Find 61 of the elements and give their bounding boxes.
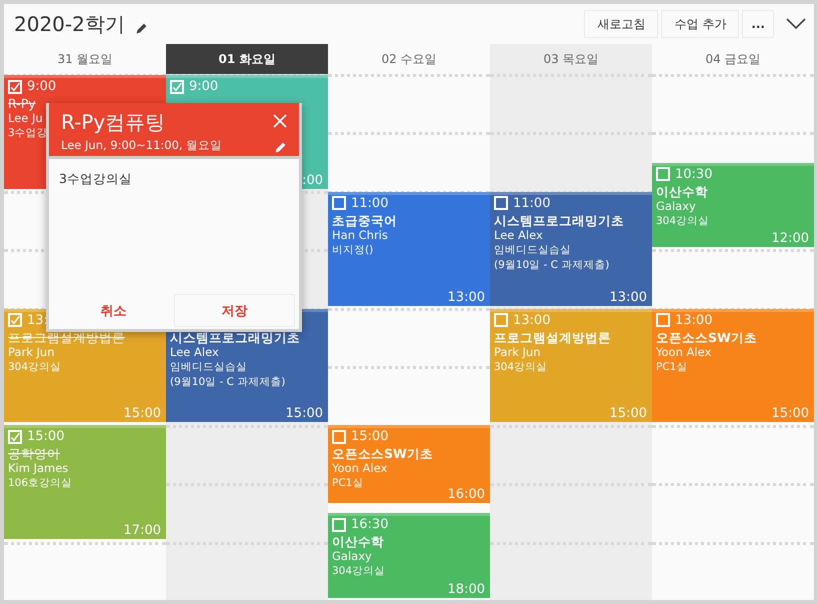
room: 임베디드실습실: [170, 360, 247, 375]
popup-title: R-Py컴퓨팅: [61, 109, 166, 136]
popup-subtitle: Lee Jun, 9:00~11:00, 월요일: [61, 138, 224, 153]
end-time: 15:00: [286, 406, 323, 422]
room: 304강의실: [494, 360, 548, 375]
instructor: Kim James: [8, 461, 68, 476]
semester-title: 2020-2학기: [14, 10, 125, 38]
instructor: Lee Ju: [8, 111, 43, 126]
room: 304강의실: [8, 360, 62, 375]
instructor: Galaxy: [332, 549, 372, 564]
class-title: 공학영어: [8, 446, 60, 462]
start-time: 13:00: [513, 312, 550, 328]
end-time: :00: [302, 172, 323, 188]
class-title: 이산수학: [656, 184, 708, 199]
start-time: 10:30: [675, 166, 712, 182]
start-time: 15:00: [27, 429, 64, 444]
start-time: 11:00: [513, 196, 550, 211]
end-time: 12:00: [772, 231, 809, 246]
class-title: 오픈소스SW기초: [656, 330, 757, 345]
start-time: 13:00: [675, 312, 712, 328]
start-time: 13:: [27, 312, 48, 328]
instructor: Lee Alex: [170, 344, 219, 360]
instructor: Lee Alex: [494, 228, 543, 243]
end-time: 15:00: [124, 406, 161, 422]
instructor: Galaxy: [656, 198, 696, 214]
room: 임베디드실습실: [494, 242, 571, 258]
room: 304강의실: [332, 564, 386, 579]
note: (9월10일 - C 과제제출): [494, 258, 610, 273]
end-time: 13:00: [610, 290, 647, 305]
room: 304강의실: [656, 214, 710, 229]
instructor: Park Jun: [8, 344, 54, 360]
start-time: 11:00: [351, 196, 388, 211]
class-title: 시스템프로그래밍기초: [494, 212, 624, 228]
class-title: 이산수학: [332, 534, 384, 549]
end-time: 18:00: [448, 582, 485, 597]
room: 3수업강: [8, 126, 48, 141]
room: 106호강의실: [8, 476, 72, 492]
instructor: Yoon Alex: [656, 344, 712, 360]
room: PC1실: [332, 476, 364, 492]
end-time: 15:00: [772, 406, 809, 422]
class-title: 프로그램설계방법론: [8, 330, 125, 345]
end-time: 16:00: [448, 487, 485, 502]
end-time: 13:00: [448, 290, 485, 305]
start-time: 9:00: [27, 79, 56, 94]
start-time: 16:30: [351, 517, 388, 532]
end-time: 17:00: [124, 523, 161, 538]
note: (9월10일 - C 과제제출): [170, 374, 286, 390]
class-title: 시스템프로그래밍기초: [170, 330, 300, 345]
instructor: Yoon Alex: [332, 461, 388, 476]
class-title: 프로그램설계방법론: [494, 330, 611, 345]
room: 비지정(): [332, 242, 374, 258]
start-time: 9:00: [189, 79, 218, 94]
instructor: Han Chris: [332, 228, 388, 243]
instructor: Park Jun: [494, 344, 540, 360]
class-title: 초급중국어: [332, 212, 397, 228]
class-title: 오픈소스SW기초: [332, 446, 433, 462]
popup-body: 3수업강의실: [58, 170, 133, 188]
room: PC1실: [656, 360, 688, 375]
start-time: 15:00: [351, 429, 388, 444]
class-title: R-Py: [8, 96, 36, 111]
end-time: 15:00: [610, 406, 647, 422]
